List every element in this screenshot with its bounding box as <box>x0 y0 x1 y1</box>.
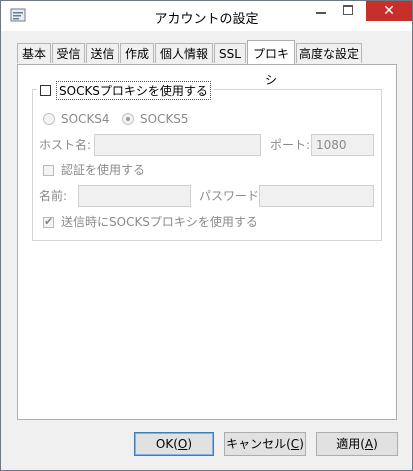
use-socks-checkbox[interactable] <box>40 84 51 96</box>
tab-receive[interactable]: 受信 <box>52 43 85 63</box>
send-via-socks-label[interactable]: 送信時にSOCKSプロキシを使用する <box>61 215 258 229</box>
ok-button-label-end: ) <box>187 437 193 451</box>
apply-button-label: 適用( <box>336 437 365 451</box>
ok-hotkey: O <box>177 437 188 451</box>
tab-advanced[interactable]: 高度な設定 <box>296 43 362 63</box>
minimize-icon[interactable] <box>308 1 334 21</box>
use-auth-label[interactable]: 認証を使用する <box>61 163 145 177</box>
tab-ssl[interactable]: SSL <box>214 43 246 63</box>
tab-basic[interactable]: 基本 <box>17 43 51 63</box>
ok-button[interactable]: OK(O) <box>134 432 214 456</box>
account-settings-window: アカウントの設定 ✕ 基本 受信 送信 作成 個人情報 SSL プロキシ 高度な… <box>0 0 413 471</box>
use-socks-checkbox-row[interactable]: SOCKSプロキシを使用する <box>37 80 214 100</box>
name-input[interactable] <box>78 185 191 207</box>
host-label: ホスト名: <box>39 138 92 152</box>
cancel-button-label-end: ) <box>299 437 304 451</box>
tab-proxy[interactable]: プロキシ <box>247 40 295 87</box>
socks5-radio[interactable] <box>122 113 134 125</box>
socks4-radio[interactable] <box>43 113 55 125</box>
cancel-button[interactable]: キャンセル(C) <box>224 432 306 456</box>
send-via-socks-checkbox[interactable] <box>43 215 54 228</box>
use-auth-checkbox[interactable] <box>43 165 54 176</box>
name-label: 名前: <box>39 189 68 203</box>
host-input[interactable] <box>94 134 261 156</box>
maximize-icon[interactable] <box>335 1 361 21</box>
apply-button-label-end: ) <box>373 437 378 451</box>
cancel-hotkey: C <box>290 437 300 451</box>
cancel-button-label: キャンセル( <box>226 437 291 451</box>
socks5-label[interactable]: SOCKS5 <box>140 112 189 126</box>
tab-personal-info[interactable]: 個人情報 <box>155 43 213 63</box>
password-input[interactable] <box>259 185 374 207</box>
port-label: ポート: <box>270 138 311 152</box>
socks4-label[interactable]: SOCKS4 <box>61 112 110 126</box>
use-socks-label[interactable]: SOCKSプロキシを使用する <box>56 80 211 100</box>
ok-button-label: OK( <box>155 437 178 451</box>
tab-compose[interactable]: 作成 <box>120 43 154 63</box>
close-icon[interactable]: ✕ <box>366 1 412 21</box>
title-bar: アカウントの設定 ✕ <box>1 1 412 31</box>
port-input[interactable]: 1080 <box>311 134 374 156</box>
proxy-tab-panel: SOCKSプロキシを使用する SOCKS4 SOCKS5 ホスト名: ポート: … <box>17 64 397 420</box>
tab-send[interactable]: 送信 <box>86 43 119 63</box>
apply-hotkey: A <box>364 437 374 451</box>
password-label: パスワード: <box>199 189 264 203</box>
apply-button[interactable]: 適用(A) <box>316 432 398 456</box>
